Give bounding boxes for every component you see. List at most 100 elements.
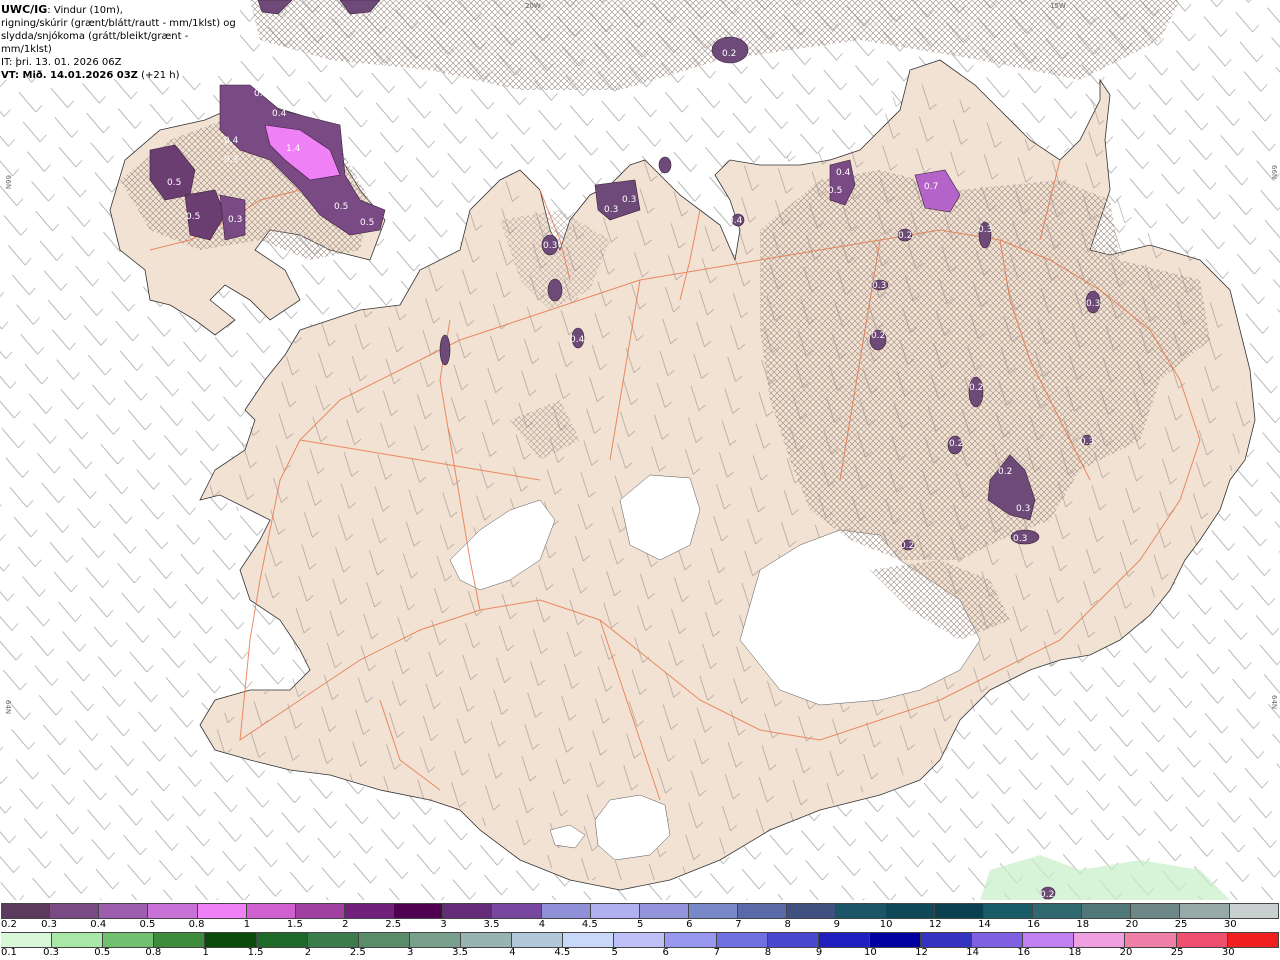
- legend-tick-label: 3: [440, 919, 447, 930]
- legend-tick-label: 0.1: [1, 947, 17, 958]
- legend-tick-label: 4: [509, 947, 516, 958]
- precip-value: 0.2: [969, 383, 983, 393]
- legend-tick-label: 0.3: [43, 947, 60, 958]
- legend-swatch: [818, 933, 870, 947]
- legend-tick-label: 10: [864, 947, 877, 958]
- legend-swatch: [103, 933, 155, 947]
- legend-swatch: [934, 904, 984, 918]
- legend-swatch: [787, 904, 837, 918]
- title-line1: : Vindur (10m),: [47, 5, 123, 16]
- precip-value: 0.2: [722, 49, 736, 59]
- legend-swatch: [52, 933, 104, 947]
- legend-swatch: [50, 904, 100, 918]
- precip-value: 0.2: [898, 231, 912, 241]
- precip-value: 0.3: [228, 215, 242, 225]
- legend-swatch: [972, 933, 1024, 947]
- legend-swatch: [563, 933, 615, 947]
- legend-tick-label: 0.5: [139, 919, 156, 930]
- precip-cell: [439, 334, 451, 366]
- legend-tick-label: 8: [784, 919, 791, 930]
- precip-value: 0.2: [871, 331, 885, 341]
- legend-swatch: [307, 933, 359, 947]
- legend-swatch: [394, 904, 444, 918]
- legend-swatch: [1032, 904, 1083, 918]
- precip-value: 0.3: [543, 241, 557, 251]
- precip-value: 0.5: [360, 218, 374, 228]
- legend-swatch: [295, 904, 345, 918]
- legend-tick-label: 30: [1221, 947, 1235, 958]
- legend-swatch: [1131, 904, 1181, 918]
- legend-swatch: [1082, 904, 1132, 918]
- precip-value: 0.3: [1086, 299, 1100, 309]
- legend-swatch: [541, 904, 591, 918]
- legend-swatch: [1023, 933, 1075, 947]
- legend-tick-label: 9: [833, 919, 840, 930]
- precip-value: 0.3: [604, 205, 618, 215]
- legend-tick-label: 3.5: [483, 919, 500, 930]
- legend-tick-label: 1.5: [286, 919, 303, 930]
- legend-swatch: [983, 904, 1033, 918]
- legend-tick-label: 20: [1125, 919, 1139, 930]
- legend-swatch: [409, 933, 461, 947]
- lead-time: (+21 h): [141, 70, 180, 81]
- snow-colorbar-labels: 0.2 0.3 0.4 0.5 0.8 1 1.5 2 2.5 3 3.5 4 4.5 5 6 7 8 9 10 12…: [0, 919, 1280, 931]
- rain-colorbar-labels: 0.1 0.3 0.5 0.8 1 1.5 2 2.5 3 3.5 4 4.5 5 6 7 8 9 10 12 14 1…: [0, 947, 1280, 959]
- precip-value: 0.4: [728, 216, 743, 226]
- precip-value: 0.5: [167, 178, 181, 188]
- legend-tick-label: 16: [1027, 919, 1040, 930]
- legend-tick-label: 7: [735, 919, 742, 930]
- precip-value: 0.3: [224, 155, 238, 165]
- legend-swatch: [1227, 933, 1279, 947]
- legend-swatch: [246, 904, 296, 918]
- legend-tick-label: 7: [713, 947, 721, 958]
- legend-swatch: [614, 933, 666, 947]
- legend-tick-label: 8: [764, 947, 772, 958]
- legend-swatch: [885, 904, 935, 918]
- legend-tick-label: 1: [202, 947, 209, 958]
- legend-tick-label: 0.3: [41, 919, 58, 930]
- precip-value: 0.5: [828, 186, 842, 196]
- legend-tick-label: 20: [1119, 947, 1133, 958]
- legend-swatch: [1180, 904, 1230, 918]
- precip-value: 0.5: [334, 202, 348, 212]
- precip-value: 0.2: [949, 439, 963, 449]
- precip-value: 0.7: [924, 182, 938, 192]
- legend-tick-label: 10: [879, 919, 893, 930]
- precip-cell: [547, 278, 563, 302]
- legend-tick-label: 0.4: [90, 919, 107, 930]
- precip-value: 0.3: [872, 281, 886, 291]
- legend-swatch: [148, 904, 198, 918]
- rain-colorbar: [1, 932, 1279, 948]
- legend-tick-label: 18: [1068, 947, 1082, 958]
- legend-swatch: [665, 933, 717, 947]
- legend-tick-label: 1.5: [247, 947, 264, 958]
- title-line2: rigning/skúrir (grænt/blátt/rautt - mm/1…: [1, 18, 236, 29]
- legend-tick-label: 14: [978, 919, 991, 930]
- legend-swatch: [197, 904, 247, 918]
- lon-label: 20W: [525, 2, 541, 10]
- legend-swatch: [688, 904, 739, 918]
- legend-swatch: [256, 933, 308, 947]
- precip-value: 0.3: [978, 225, 992, 235]
- lat-label: 64N: [1270, 695, 1278, 709]
- legend-tick-label: 0.8: [188, 919, 205, 930]
- legend-swatch: [590, 904, 640, 918]
- lat-label: 66N: [4, 175, 12, 189]
- legend-swatch: [492, 904, 542, 918]
- precip-value: 0.4: [272, 109, 287, 119]
- legend-tick-label: 1: [243, 919, 251, 930]
- legend-swatch: [1176, 933, 1228, 947]
- lat-label: 64N: [4, 700, 12, 714]
- legend-swatch: [460, 933, 513, 947]
- precip-value: 0.2: [1040, 890, 1054, 900]
- snow-colorbar: [1, 903, 1279, 919]
- map-info-box: UWC/IG: Vindur (10m), rigning/skúrir (gr…: [0, 0, 240, 81]
- precip-cell: [658, 156, 672, 174]
- legend-swatch: [920, 933, 973, 947]
- legend-tick-label: 2.5: [349, 947, 366, 958]
- legend-swatch: [836, 904, 886, 918]
- legend-tick-label: 9: [815, 947, 823, 958]
- legend-tick-label: 3: [406, 947, 414, 958]
- precip-value: 0.4: [836, 168, 851, 178]
- legend-tick-label: 2.5: [385, 919, 402, 930]
